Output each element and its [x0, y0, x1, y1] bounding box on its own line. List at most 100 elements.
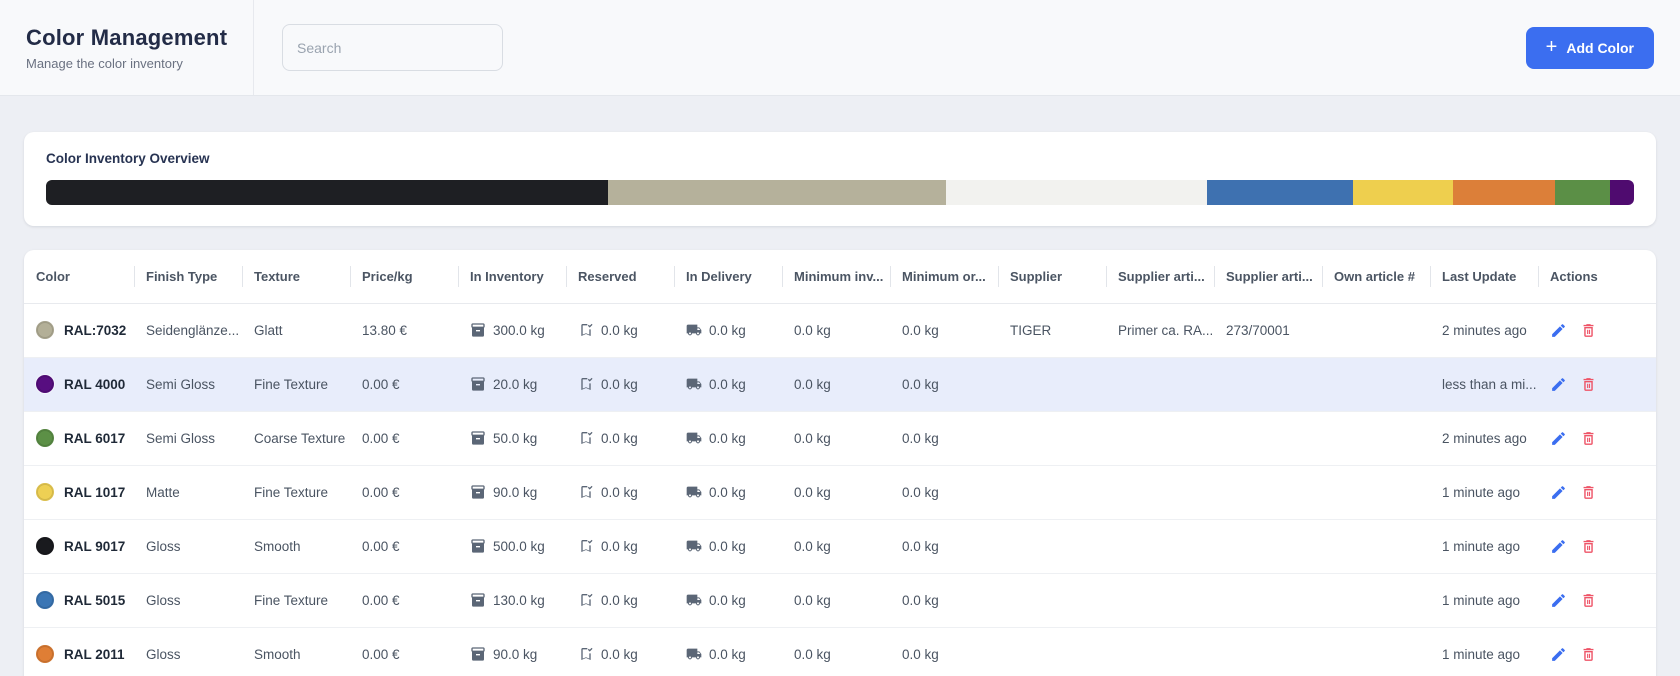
column-header: Supplier: [998, 250, 1106, 303]
edit-button[interactable]: [1550, 430, 1567, 447]
delivery-truck-icon: [686, 538, 702, 554]
delete-button[interactable]: [1580, 646, 1597, 663]
column-header: Supplier arti...: [1214, 250, 1322, 303]
color-name: RAL 5015: [64, 593, 125, 608]
table-row[interactable]: RAL 9017 Gloss Smooth 0.00 € 500.0 kg 0.…: [24, 519, 1656, 573]
supplier-cell: TIGER: [998, 303, 1106, 357]
column-header: Actions: [1538, 250, 1656, 303]
delivery-truck-icon: [686, 322, 702, 338]
column-header: Finish Type: [134, 250, 242, 303]
reserved-bookmark-icon: [578, 592, 594, 608]
color-name: RAL:7032: [64, 323, 126, 338]
own-article-cell: [1322, 411, 1430, 465]
pencil-icon: [1550, 646, 1567, 663]
supplier-article-cell: [1106, 357, 1214, 411]
delete-button[interactable]: [1580, 484, 1597, 501]
delivery-truck-icon: [686, 592, 702, 608]
color-table-card: ColorFinish TypeTexturePrice/kgIn Invent…: [24, 250, 1656, 676]
supplier-cell: [998, 519, 1106, 573]
delete-button[interactable]: [1580, 322, 1597, 339]
inventory-value: 90.0 kg: [493, 647, 537, 662]
color-name: RAL 1017: [64, 485, 125, 500]
table-row[interactable]: RAL 6017 Semi Gloss Coarse Texture 0.00 …: [24, 411, 1656, 465]
edit-button[interactable]: [1550, 592, 1567, 609]
own-article-cell: [1322, 303, 1430, 357]
texture-cell: Fine Texture: [242, 357, 350, 411]
minimum-order-cell: 0.0 kg: [890, 303, 998, 357]
supplier-cell: [998, 411, 1106, 465]
supplier-cell: [998, 573, 1106, 627]
inventory-value: 50.0 kg: [493, 431, 537, 446]
column-header: Color: [24, 250, 134, 303]
plus-icon: +: [1546, 37, 1558, 57]
page-header: Color Management Manage the color invent…: [0, 0, 1680, 96]
minimum-order-cell: 0.0 kg: [890, 357, 998, 411]
reserved-bookmark-icon: [578, 322, 594, 338]
supplier-article-cell: [1106, 573, 1214, 627]
price-cell: 0.00 €: [350, 357, 458, 411]
inventory-bar-segment: [1453, 180, 1555, 205]
edit-button[interactable]: [1550, 376, 1567, 393]
column-header: In Delivery: [674, 250, 782, 303]
reserved-bookmark-icon: [578, 646, 594, 662]
trash-icon: [1580, 322, 1597, 339]
inventory-bar-segment: [1610, 180, 1634, 205]
table-row[interactable]: RAL 4000 Semi Gloss Fine Texture 0.00 € …: [24, 357, 1656, 411]
edit-button[interactable]: [1550, 538, 1567, 555]
pencil-icon: [1550, 538, 1567, 555]
column-header: Texture: [242, 250, 350, 303]
color-name: RAL 2011: [64, 647, 125, 662]
add-color-button[interactable]: + Add Color: [1526, 27, 1654, 69]
last-update-cell: 1 minute ago: [1430, 627, 1538, 676]
inventory-value: 90.0 kg: [493, 485, 537, 500]
color-name: RAL 4000: [64, 377, 125, 392]
price-cell: 0.00 €: [350, 627, 458, 676]
finish-type-cell: Gloss: [134, 519, 242, 573]
table-row[interactable]: RAL 1017 Matte Fine Texture 0.00 € 90.0 …: [24, 465, 1656, 519]
color-name: RAL 9017: [64, 539, 125, 554]
delete-button[interactable]: [1580, 592, 1597, 609]
colors-table: ColorFinish TypeTexturePrice/kgIn Invent…: [24, 250, 1656, 676]
texture-cell: Smooth: [242, 627, 350, 676]
texture-cell: Fine Texture: [242, 465, 350, 519]
last-update-cell: 1 minute ago: [1430, 519, 1538, 573]
finish-type-cell: Semi Gloss: [134, 411, 242, 465]
minimum-order-cell: 0.0 kg: [890, 465, 998, 519]
last-update-cell: 1 minute ago: [1430, 573, 1538, 627]
search-input[interactable]: [282, 24, 503, 71]
supplier-article2-cell: [1214, 411, 1322, 465]
delete-button[interactable]: [1580, 376, 1597, 393]
table-row[interactable]: RAL 5015 Gloss Fine Texture 0.00 € 130.0…: [24, 573, 1656, 627]
reserved-bookmark-icon: [578, 376, 594, 392]
delivery-value: 0.0 kg: [709, 485, 746, 500]
price-cell: 13.80 €: [350, 303, 458, 357]
inventory-bar-segment: [46, 180, 608, 205]
trash-icon: [1580, 646, 1597, 663]
minimum-inventory-cell: 0.0 kg: [782, 411, 890, 465]
texture-cell: Glatt: [242, 303, 350, 357]
edit-button[interactable]: [1550, 484, 1567, 501]
minimum-inventory-cell: 0.0 kg: [782, 519, 890, 573]
table-row[interactable]: RAL:7032 Seidenglänze... Glatt 13.80 € 3…: [24, 303, 1656, 357]
edit-button[interactable]: [1550, 646, 1567, 663]
column-header: In Inventory: [458, 250, 566, 303]
delete-button[interactable]: [1580, 538, 1597, 555]
last-update-cell: 2 minutes ago: [1430, 303, 1538, 357]
table-row[interactable]: RAL 2011 Gloss Smooth 0.00 € 90.0 kg 0.0…: [24, 627, 1656, 676]
minimum-inventory-cell: 0.0 kg: [782, 303, 890, 357]
delivery-value: 0.0 kg: [709, 431, 746, 446]
edit-button[interactable]: [1550, 322, 1567, 339]
trash-icon: [1580, 430, 1597, 447]
reserved-bookmark-icon: [578, 538, 594, 554]
minimum-inventory-cell: 0.0 kg: [782, 573, 890, 627]
inventory-box-icon: [470, 376, 486, 392]
supplier-article2-cell: [1214, 573, 1322, 627]
inventory-box-icon: [470, 430, 486, 446]
reserved-value: 0.0 kg: [601, 323, 638, 338]
delivery-truck-icon: [686, 484, 702, 500]
supplier-article-cell: [1106, 519, 1214, 573]
delivery-value: 0.0 kg: [709, 323, 746, 338]
own-article-cell: [1322, 573, 1430, 627]
delivery-value: 0.0 kg: [709, 539, 746, 554]
delete-button[interactable]: [1580, 430, 1597, 447]
